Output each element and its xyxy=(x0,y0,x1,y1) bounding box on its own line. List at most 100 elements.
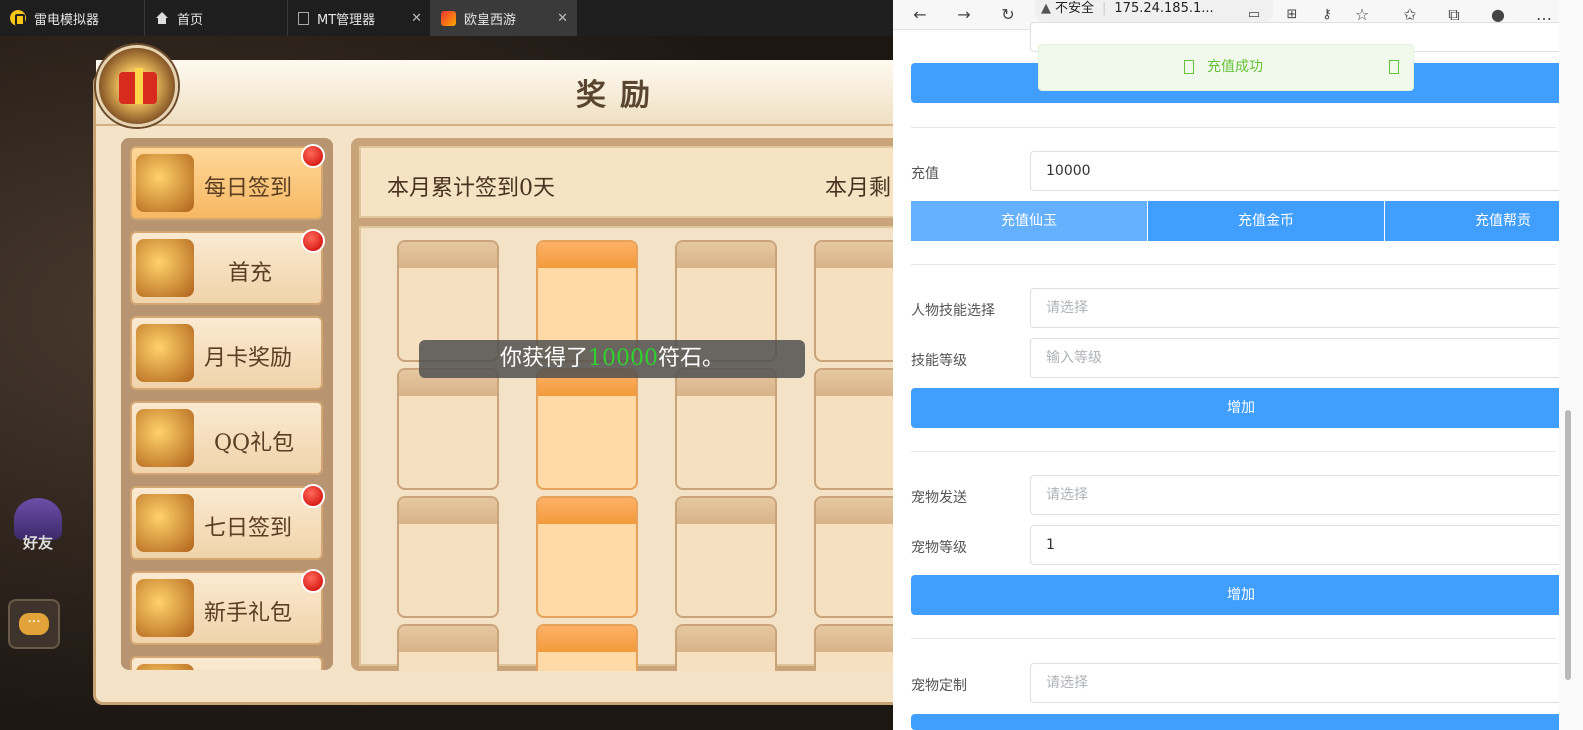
emulator-tab-mt-manager[interactable]: MT管理器 ✕ xyxy=(288,0,431,36)
sidebar-item-label: 首充 xyxy=(228,261,273,286)
sidebar-item-label: 每日签到 xyxy=(204,176,293,201)
emulator-window: 雷电模拟器 首页 MT管理器 ✕ 欧皇西游 ✕ 好友 ··· 奖励 每日签到 首… xyxy=(0,0,893,730)
emulator-tab-bar: 雷电模拟器 首页 MT管理器 ✕ 欧皇西游 ✕ xyxy=(0,0,893,36)
notification-dot-icon xyxy=(301,484,325,508)
url-text: 175.24.185.1... xyxy=(1114,1,1214,16)
sidebar-item-label: 新手礼包 xyxy=(204,601,293,626)
close-icon[interactable]: ✕ xyxy=(411,11,422,26)
notification-dot-icon xyxy=(301,229,325,253)
tab-label: MT管理器 xyxy=(317,12,376,28)
checkin-card[interactable] xyxy=(397,624,499,671)
pet-send-label: 宠物发送 xyxy=(911,490,967,506)
panel-title: 奖励 xyxy=(576,78,664,113)
reward-panel-header: 奖励 xyxy=(96,60,893,126)
recharge-gold-button[interactable]: 充值金币 xyxy=(1148,201,1385,241)
toast-prefix: 你获得了 xyxy=(499,346,588,371)
treasure-chest-icon xyxy=(136,409,194,467)
success-icon xyxy=(1184,60,1194,74)
checkin-card[interactable] xyxy=(397,368,499,490)
sidebar-item-daily-checkin[interactable]: 每日签到 xyxy=(130,144,325,220)
skill-select[interactable]: 请选择 xyxy=(1030,288,1570,328)
checkin-card[interactable] xyxy=(814,368,893,490)
close-icon[interactable]: ✕ xyxy=(557,11,568,26)
warning-icon: ▲ xyxy=(1041,1,1051,16)
recharge-guild-contribution-button[interactable]: 充值帮贡 xyxy=(1385,201,1571,241)
treasure-chest-icon xyxy=(136,239,194,297)
checkin-card[interactable] xyxy=(814,624,893,671)
checkin-card[interactable] xyxy=(675,368,777,490)
ldplayer-logo-icon xyxy=(10,10,26,26)
forward-icon[interactable]: → xyxy=(955,6,973,24)
page-icon xyxy=(298,11,309,25)
friend-button[interactable]: 好友 xyxy=(8,498,68,568)
pet-level-input[interactable]: 1 xyxy=(1030,525,1570,565)
back-icon[interactable]: ← xyxy=(911,6,929,24)
treasure-chest-icon xyxy=(136,664,194,670)
checkin-card[interactable] xyxy=(814,240,893,362)
recharge-amount-input[interactable]: 10000 xyxy=(1030,151,1570,191)
sidebar-item-qq-gift[interactable]: QQ礼包 xyxy=(130,401,323,475)
emulator-tab-home[interactable]: 首页 xyxy=(145,0,288,36)
checkin-summary: 本月累计签到0天 本月剩 xyxy=(359,146,893,218)
sidebar-item-label: 月卡奖励 xyxy=(204,346,293,371)
checkin-card[interactable] xyxy=(675,496,777,618)
checkin-card[interactable] xyxy=(397,496,499,618)
sidebar-item-more[interactable] xyxy=(130,656,323,670)
reward-toast: 你获得了10000符石。 xyxy=(419,340,805,378)
sidebar-item-monthly-card[interactable]: 月卡奖励 xyxy=(130,316,323,390)
reward-sidebar: 每日签到 首充 月卡奖励 QQ礼包 七日签到 新手礼包 xyxy=(121,138,333,670)
scrollbar[interactable] xyxy=(1559,0,1583,730)
pet-custom-label: 宠物定制 xyxy=(911,678,967,694)
treasure-chest-icon xyxy=(136,324,194,382)
add-pet-button[interactable]: 增加 xyxy=(911,575,1571,615)
checkin-card[interactable] xyxy=(536,368,638,490)
address-bar[interactable]: ▲ 不安全 | 175.24.185.1... xyxy=(1035,0,1273,22)
toast-amount: 10000 xyxy=(588,346,658,371)
skill-label: 人物技能选择 xyxy=(911,303,995,319)
chat-bubble-icon: ··· xyxy=(19,613,49,635)
divider xyxy=(911,638,1556,639)
emulator-tab-game[interactable]: 欧皇西游 ✕ xyxy=(431,0,577,36)
divider xyxy=(911,451,1556,452)
admin-form: 充值 10000 充值仙玉 充值金币 充值帮贡 人物技能选择 请选择 技能等级 … xyxy=(911,22,1583,730)
success-message: 充值成功 xyxy=(1038,44,1414,91)
monthly-checkin-count: 本月累计签到0天 xyxy=(387,176,555,201)
pet-level-label: 宠物等级 xyxy=(911,540,967,556)
skill-level-label: 技能等级 xyxy=(911,353,967,369)
checkin-card[interactable] xyxy=(536,624,638,671)
divider xyxy=(911,264,1556,265)
pet-custom-buttons[interactable] xyxy=(911,714,1571,730)
sidebar-item-seven-day-checkin[interactable]: 七日签到 xyxy=(130,484,325,560)
notification-dot-icon xyxy=(301,569,325,593)
checkin-card[interactable] xyxy=(536,496,638,618)
security-label: 不安全 xyxy=(1055,1,1095,16)
sidebar-item-label: QQ礼包 xyxy=(214,431,295,456)
monthly-remaining: 本月剩 xyxy=(825,176,892,201)
close-icon[interactable] xyxy=(1389,60,1399,74)
add-skill-button[interactable]: 增加 xyxy=(911,388,1571,428)
toast-suffix: 符石。 xyxy=(658,346,725,371)
checkin-card[interactable] xyxy=(675,624,777,671)
home-icon xyxy=(155,12,169,24)
pet-custom-select[interactable]: 请选择 xyxy=(1030,663,1570,703)
sidebar-item-newbie-gift[interactable]: 新手礼包 xyxy=(130,569,325,645)
sidebar-item-first-recharge[interactable]: 首充 xyxy=(130,229,325,305)
scrollbar-thumb[interactable] xyxy=(1565,410,1571,680)
friend-label: 好友 xyxy=(22,534,53,552)
refresh-icon[interactable]: ↻ xyxy=(999,6,1017,24)
recharge-jade-button[interactable]: 充值仙玉 xyxy=(911,201,1148,241)
pet-send-select[interactable]: 请选择 xyxy=(1030,475,1570,515)
notification-dot-icon xyxy=(301,144,325,168)
money-bag-icon xyxy=(136,579,194,637)
chat-button[interactable]: ··· xyxy=(8,599,60,649)
success-text: 充值成功 xyxy=(1207,59,1263,75)
emulator-tab-ldplayer[interactable]: 雷电模拟器 xyxy=(0,0,145,36)
sidebar-item-label: 七日签到 xyxy=(204,516,293,541)
skill-level-input[interactable]: 输入等级 xyxy=(1030,338,1570,378)
checkin-content: 本月累计签到0天 本月剩 xyxy=(351,138,893,671)
scroll-map-icon xyxy=(136,494,194,552)
checkin-card[interactable] xyxy=(814,496,893,618)
tab-label: 欧皇西游 xyxy=(464,12,517,28)
tab-label: 首页 xyxy=(177,12,204,28)
scroll-icon xyxy=(136,154,194,212)
